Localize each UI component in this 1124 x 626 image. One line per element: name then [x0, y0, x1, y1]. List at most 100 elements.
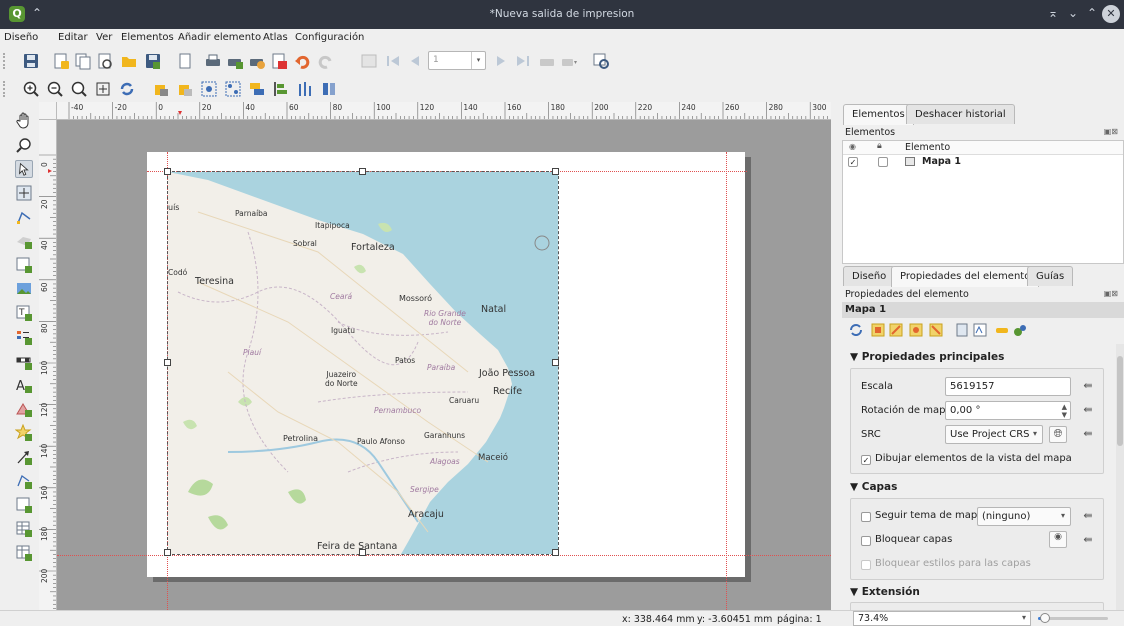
data-defined-override-icon[interactable]: ⇚ — [1079, 509, 1097, 525]
horizontal-ruler[interactable]: -40 -20 0 20 40 60 80 100 120 140 160 180 200 220 240 2… — [57, 102, 831, 120]
layout-canvas[interactable]: uís Parnaíba Itapipoca Sobral Fortaleza … — [57, 120, 831, 610]
atlas-preview-icon[interactable] — [360, 52, 378, 70]
zoom-slider[interactable] — [1038, 613, 1108, 623]
menu-configuracion[interactable]: Configuración — [295, 32, 364, 43]
lock-styles-checkbox[interactable] — [861, 560, 871, 570]
menu-editar[interactable]: Editar — [58, 32, 88, 43]
add-node-item-icon[interactable] — [15, 472, 33, 490]
previous-feature-icon[interactable] — [406, 52, 424, 70]
add-north-arrow-icon[interactable]: A — [15, 376, 33, 394]
maximize-icon[interactable]: ⌃ — [1087, 6, 1097, 20]
add-attribute-table-icon[interactable] — [15, 520, 33, 538]
data-defined-override-icon[interactable]: ⇚ — [1079, 427, 1097, 443]
minimize-icon[interactable]: ⌄ — [1068, 6, 1078, 20]
rotation-spinbox[interactable]: 0,00 ° ▲ ▼ — [945, 401, 1071, 420]
props-float-close-icon[interactable]: ▣⊠ — [1104, 289, 1118, 298]
spin-arrows-icon[interactable]: ▲ ▼ — [1062, 403, 1067, 419]
edit-nodes-icon[interactable] — [15, 208, 33, 226]
map-theme-select[interactable]: (ninguno) ▾ — [977, 507, 1071, 526]
pan-hand-icon[interactable] — [15, 112, 33, 130]
resize-handle-top[interactable] — [359, 168, 366, 175]
section-capas[interactable]: ▼ Capas — [850, 481, 897, 493]
add-map-icon[interactable] — [15, 256, 33, 274]
distribute-items-icon[interactable] — [296, 80, 314, 98]
undo-icon[interactable] — [294, 52, 312, 70]
zoom-full-icon[interactable] — [94, 80, 112, 98]
menu-ver[interactable]: Ver — [96, 32, 112, 43]
export-atlas-icon[interactable] — [560, 52, 578, 70]
add-3d-map-icon[interactable] — [15, 232, 33, 250]
atlas-settings-icon[interactable] — [592, 52, 610, 70]
first-feature-icon[interactable] — [384, 52, 402, 70]
view-extent-icon[interactable] — [888, 322, 904, 338]
move-content-icon[interactable] — [15, 184, 33, 202]
resize-handle-top-right[interactable] — [552, 168, 559, 175]
elements-list[interactable]: ◉ 🔒︎ Elemento ✓ Mapa 1 — [842, 140, 1124, 264]
zoom-in-icon[interactable] — [22, 80, 40, 98]
layer-picker-icon[interactable]: ◉ — [1049, 531, 1067, 548]
list-item[interactable]: ✓ Mapa 1 — [843, 155, 1123, 169]
zoom-slider-knob[interactable] — [1040, 613, 1050, 623]
set-view-to-item-icon[interactable] — [928, 322, 944, 338]
labeling-settings-icon[interactable] — [972, 322, 988, 338]
tab-elementos[interactable]: Elementos — [843, 104, 914, 125]
guide-line-right[interactable] — [726, 152, 727, 610]
select-tool-icon[interactable] — [15, 160, 33, 178]
vertical-ruler[interactable]: 02040608010012014016018020020 — [39, 120, 57, 610]
clipping-icon[interactable] — [994, 322, 1010, 338]
export-pdf-icon[interactable] — [270, 52, 288, 70]
group-items-icon[interactable] — [200, 80, 218, 98]
data-defined-override-icon[interactable]: ⇚ — [1079, 379, 1097, 395]
close-window-button[interactable]: ✕ — [1102, 5, 1120, 23]
page-setup-icon[interactable] — [176, 52, 194, 70]
redo-icon[interactable] — [316, 52, 334, 70]
zoom-combo[interactable]: 73.4% ▾ — [853, 611, 1031, 626]
shade-window-icon[interactable]: ⌅ — [1048, 6, 1058, 20]
add-marker-icon[interactable] — [15, 424, 33, 442]
zoom-out-icon[interactable] — [46, 80, 64, 98]
align-items-icon[interactable] — [272, 80, 290, 98]
menu-atlas[interactable]: Atlas — [263, 32, 288, 43]
lock-items-icon[interactable] — [152, 80, 170, 98]
add-arrow-icon[interactable] — [15, 448, 33, 466]
crs-select[interactable]: Use Project CRS ▾ — [945, 425, 1043, 444]
lock-checkbox[interactable] — [878, 157, 888, 167]
export-image-icon[interactable] — [226, 52, 244, 70]
chevron-down-icon[interactable]: ▾ — [1022, 613, 1026, 622]
follow-theme-checkbox[interactable] — [861, 512, 871, 522]
raise-items-icon[interactable] — [248, 80, 266, 98]
item-properties-scroll[interactable]: ▼ Propiedades principales Escala 5619157… — [842, 344, 1118, 610]
add-shape-icon[interactable] — [15, 400, 33, 418]
resize-handle-bottom-left[interactable] — [164, 549, 171, 556]
canvas-scrollbar[interactable] — [831, 102, 839, 610]
tab-guias[interactable]: Guías — [1027, 266, 1074, 286]
layout-manager-icon[interactable] — [96, 52, 114, 70]
bookmark-icon[interactable] — [954, 322, 970, 338]
menu-diseno[interactable]: Diseño — [4, 32, 38, 43]
new-layout-icon[interactable] — [52, 52, 70, 70]
resize-items-icon[interactable] — [320, 80, 338, 98]
tab-diseno[interactable]: Diseño — [843, 266, 896, 286]
update-preview-icon[interactable] — [848, 322, 864, 338]
add-fixed-table-icon[interactable] — [15, 544, 33, 562]
add-html-icon[interactable] — [15, 496, 33, 514]
print-icon[interactable] — [204, 52, 222, 70]
unlock-items-icon[interactable] — [176, 80, 194, 98]
resize-handle-bottom-right[interactable] — [552, 549, 559, 556]
add-scalebar-icon[interactable] — [15, 352, 33, 370]
next-feature-icon[interactable] — [492, 52, 510, 70]
map-item[interactable]: uís Parnaíba Itapipoca Sobral Fortaleza … — [167, 171, 559, 555]
add-legend-icon[interactable] — [15, 328, 33, 346]
panel-float-close-icon[interactable]: ▣⊠ — [1104, 127, 1118, 136]
temporal-settings-icon[interactable] — [1012, 322, 1028, 338]
menu-elementos[interactable]: Elementos — [121, 32, 174, 43]
lock-layers-checkbox[interactable] — [861, 536, 871, 546]
data-defined-override-icon[interactable]: ⇚ — [1079, 533, 1097, 549]
print-atlas-icon[interactable] — [538, 52, 556, 70]
section-propiedades-principales[interactable]: ▼ Propiedades principales — [850, 351, 1004, 363]
last-feature-icon[interactable] — [514, 52, 532, 70]
add-label-icon[interactable]: T — [15, 304, 33, 322]
open-folder-icon[interactable] — [120, 52, 138, 70]
menu-anadir-elemento[interactable]: Añadir elemento — [178, 32, 261, 43]
properties-scrollbar[interactable] — [1116, 344, 1124, 610]
